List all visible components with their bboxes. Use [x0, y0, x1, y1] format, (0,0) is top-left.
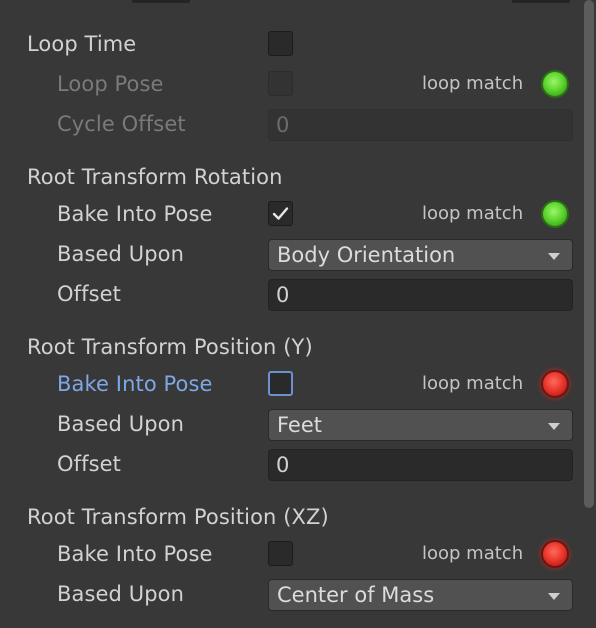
- dropdown-arrow-icon: [548, 423, 560, 430]
- loop-pose-row: Loop Pose loop match: [0, 64, 580, 104]
- loop-pose-label: Loop Pose: [57, 72, 164, 96]
- rotation-offset-label: Offset: [57, 282, 122, 306]
- position-y-offset-row: Offset 0: [0, 444, 580, 484]
- rotation-based-upon-label: Based Upon: [57, 242, 184, 266]
- loop-time-checkbox[interactable]: [268, 31, 293, 56]
- position-xz-bake-row: Bake Into Pose loop match: [0, 534, 580, 574]
- position-y-bake-checkbox[interactable]: [268, 371, 293, 396]
- checkmark-icon: [272, 207, 289, 220]
- root-rotation-header: Root Transform Rotation: [0, 157, 580, 197]
- root-rotation-title: Root Transform Rotation: [27, 165, 283, 189]
- root-position-y-title: Root Transform Position (Y): [27, 335, 313, 359]
- position-xz-bake-label: Bake Into Pose: [57, 542, 213, 566]
- position-xz-match-indicator-icon: [541, 540, 569, 568]
- position-y-bake-label: Bake Into Pose: [57, 372, 213, 396]
- position-y-based-upon-row: Based Upon Feet: [0, 404, 580, 444]
- position-xz-match-label: loop match: [422, 543, 524, 564]
- dropdown-arrow-icon: [548, 593, 560, 600]
- scrollbar-thumb[interactable]: [584, 0, 594, 508]
- position-xz-bake-checkbox[interactable]: [268, 541, 293, 566]
- rotation-offset-field[interactable]: 0: [268, 279, 573, 311]
- position-y-based-upon-dropdown[interactable]: Feet: [268, 409, 573, 441]
- position-y-based-upon-value: Feet: [277, 413, 323, 437]
- loop-pose-match-label: loop match: [422, 73, 524, 94]
- rotation-offset-row: Offset 0: [0, 274, 580, 314]
- rotation-match-indicator-icon: [541, 200, 569, 228]
- cycle-offset-label: Cycle Offset: [57, 112, 186, 136]
- rotation-based-upon-row: Based Upon Body Orientation: [0, 234, 580, 274]
- position-xz-based-upon-dropdown[interactable]: Center of Mass: [268, 579, 573, 611]
- loop-pose-checkbox: [268, 71, 293, 96]
- loop-pose-match-indicator-icon: [541, 70, 569, 98]
- top-edge-nub-right: [512, 0, 570, 3]
- position-y-offset-label: Offset: [57, 452, 122, 476]
- dropdown-arrow-icon: [548, 253, 560, 260]
- top-edge-nub-left: [132, 0, 190, 3]
- position-xz-based-upon-value: Center of Mass: [277, 583, 435, 607]
- position-y-based-upon-label: Based Upon: [57, 412, 184, 436]
- position-y-offset-field[interactable]: 0: [268, 449, 573, 481]
- rotation-bake-label: Bake Into Pose: [57, 202, 213, 226]
- rotation-based-upon-value: Body Orientation: [277, 243, 456, 267]
- vertical-scrollbar[interactable]: [582, 0, 596, 628]
- rotation-bake-checkbox[interactable]: [268, 201, 293, 226]
- cycle-offset-field: 0: [268, 109, 573, 141]
- rotation-based-upon-dropdown[interactable]: Body Orientation: [268, 239, 573, 271]
- position-y-match-label: loop match: [422, 373, 524, 394]
- top-edge: [0, 0, 596, 4]
- root-position-y-header: Root Transform Position (Y): [0, 327, 580, 367]
- position-y-bake-row: Bake Into Pose loop match: [0, 364, 580, 404]
- loop-time-label: Loop Time: [27, 32, 137, 56]
- root-position-xz-title: Root Transform Position (XZ): [27, 505, 329, 529]
- position-xz-based-upon-label: Based Upon: [57, 582, 184, 606]
- rotation-match-label: loop match: [422, 203, 524, 224]
- loop-time-row: Loop Time: [0, 24, 580, 64]
- position-xz-based-upon-row: Based Upon Center of Mass: [0, 574, 580, 614]
- cycle-offset-row: Cycle Offset 0: [0, 104, 580, 144]
- rotation-bake-row: Bake Into Pose loop match: [0, 194, 580, 234]
- position-y-match-indicator-icon: [541, 370, 569, 398]
- root-position-xz-header: Root Transform Position (XZ): [0, 497, 580, 537]
